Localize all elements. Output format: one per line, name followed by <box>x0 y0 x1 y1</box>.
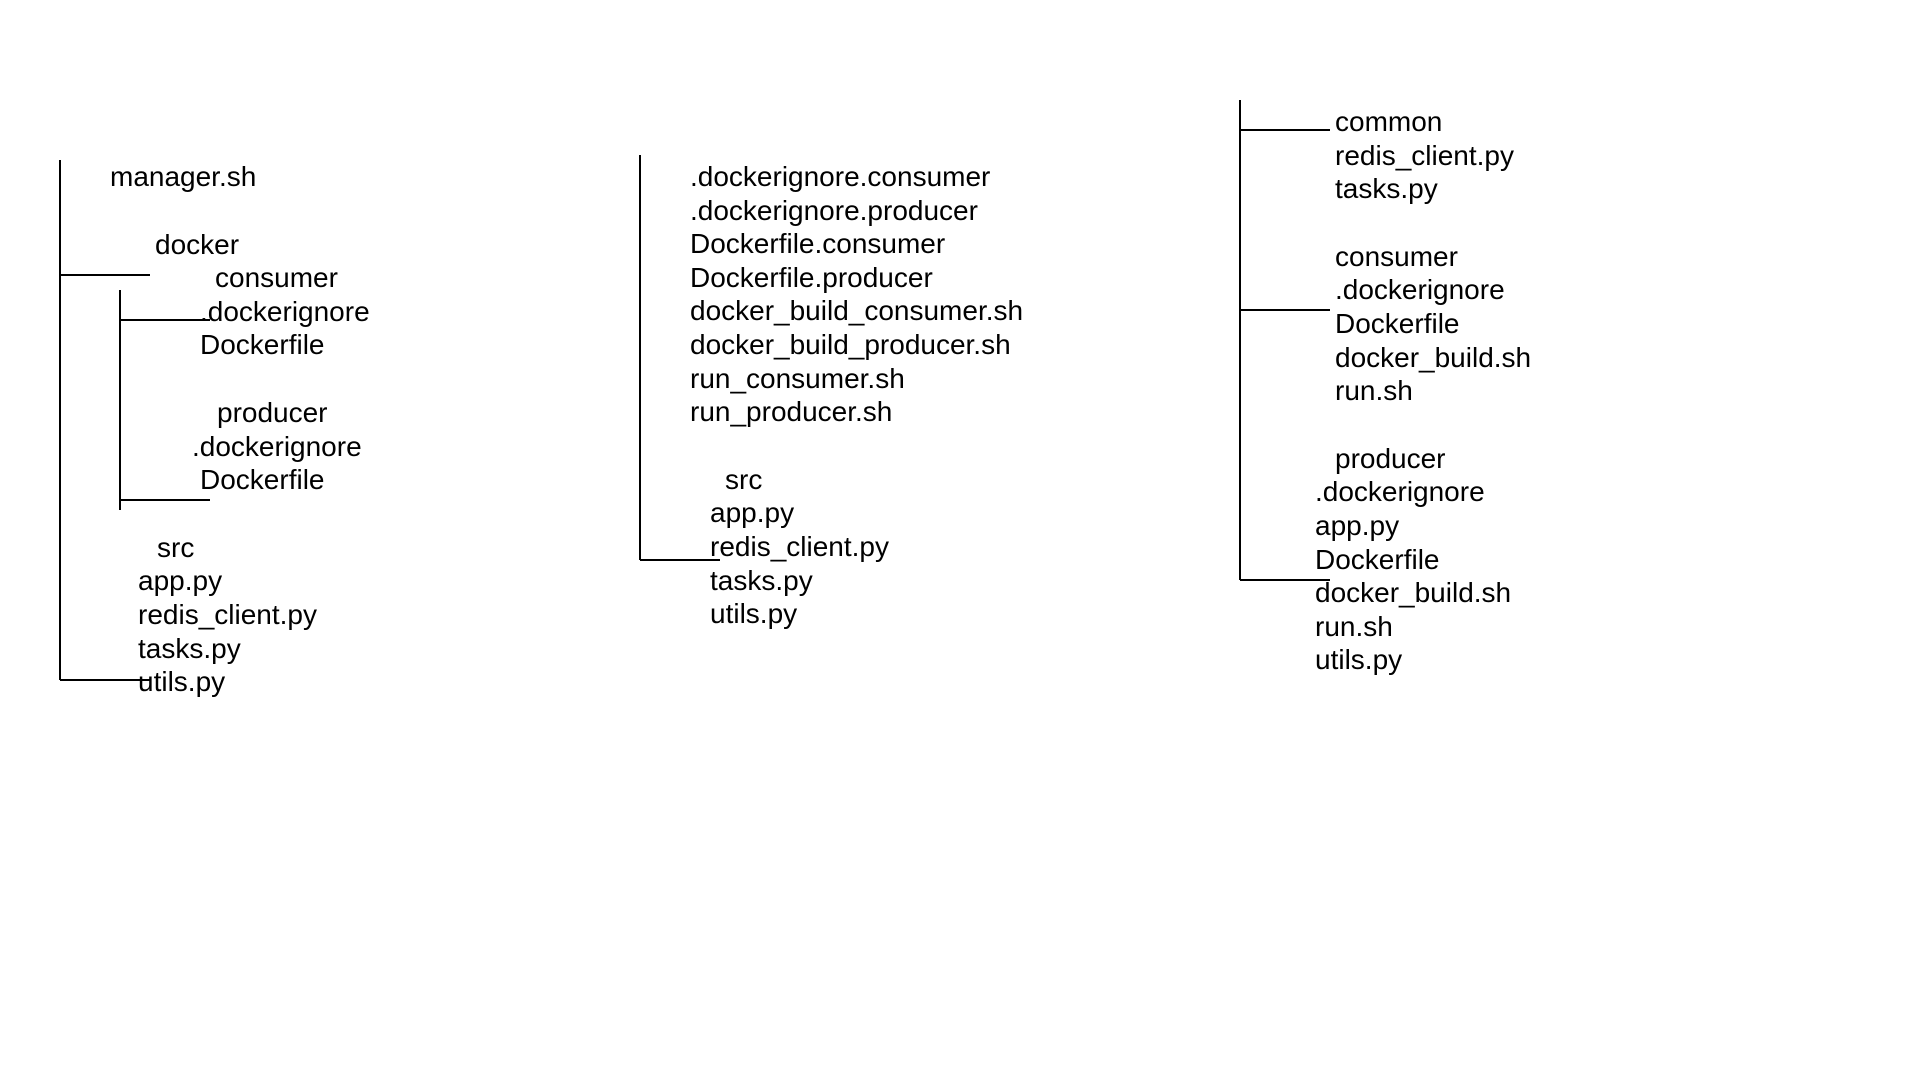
file-app-py: app.py <box>60 564 370 598</box>
file-manager-sh: manager.sh <box>60 160 370 194</box>
file-dockerfile-4: Dockerfile <box>1240 543 1531 577</box>
file-dockerfile-1: Dockerfile <box>60 328 370 362</box>
file-redis-client-py: redis_client.py <box>60 598 370 632</box>
file-docker-build-producer-sh: docker_build_producer.sh <box>640 328 1023 362</box>
dir-docker: docker <box>60 228 370 262</box>
file-dockerfile-2: Dockerfile <box>60 463 370 497</box>
file-dockerfile-consumer: Dockerfile.consumer <box>640 227 1023 261</box>
dir-consumer: consumer <box>60 261 370 295</box>
file-run-producer-sh: run_producer.sh <box>640 395 1023 429</box>
dir-producer-3: producer <box>1240 442 1531 476</box>
file-dockerfile-3: Dockerfile <box>1240 307 1531 341</box>
file-utils-py-3: utils.py <box>1240 643 1531 677</box>
file-tasks-py-2: tasks.py <box>640 564 1023 598</box>
tree-2: .dockerignore.consumer .dockerignore.pro… <box>640 160 1023 631</box>
file-redis-client-py-2: redis_client.py <box>640 530 1023 564</box>
file-docker-build-sh-4: docker_build.sh <box>1240 576 1531 610</box>
file-run-consumer-sh: run_consumer.sh <box>640 362 1023 396</box>
file-docker-build-consumer-sh: docker_build_consumer.sh <box>640 294 1023 328</box>
dir-producer: producer <box>60 396 370 430</box>
file-dockerignore-4: .dockerignore <box>1240 475 1531 509</box>
file-dockerfile-producer: Dockerfile.producer <box>640 261 1023 295</box>
file-utils-py: utils.py <box>60 665 370 699</box>
dir-consumer-3: consumer <box>1240 240 1531 274</box>
dir-src: src <box>60 531 370 565</box>
tree-3: common redis_client.py tasks.py consumer… <box>1240 105 1531 677</box>
file-app-py-2: app.py <box>640 496 1023 530</box>
dir-src-2: src <box>640 463 1023 497</box>
file-tasks-py: tasks.py <box>60 632 370 666</box>
tree-1: manager.sh docker consumer .dockerignore… <box>60 160 370 699</box>
file-docker-build-sh-3: docker_build.sh <box>1240 341 1531 375</box>
file-run-sh-3: run.sh <box>1240 374 1531 408</box>
file-dockerignore-producer: .dockerignore.producer <box>640 194 1023 228</box>
file-tasks-py-3: tasks.py <box>1240 172 1531 206</box>
file-app-py-3: app.py <box>1240 509 1531 543</box>
file-dockerignore-1: .dockerignore <box>60 295 370 329</box>
file-dockerignore-2: .dockerignore <box>60 430 370 464</box>
file-dockerignore-3: .dockerignore <box>1240 273 1531 307</box>
file-run-sh-4: run.sh <box>1240 610 1531 644</box>
file-dockerignore-consumer: .dockerignore.consumer <box>640 160 1023 194</box>
file-redis-client-py-3: redis_client.py <box>1240 139 1531 173</box>
dir-common: common <box>1240 105 1531 139</box>
file-utils-py-2: utils.py <box>640 597 1023 631</box>
